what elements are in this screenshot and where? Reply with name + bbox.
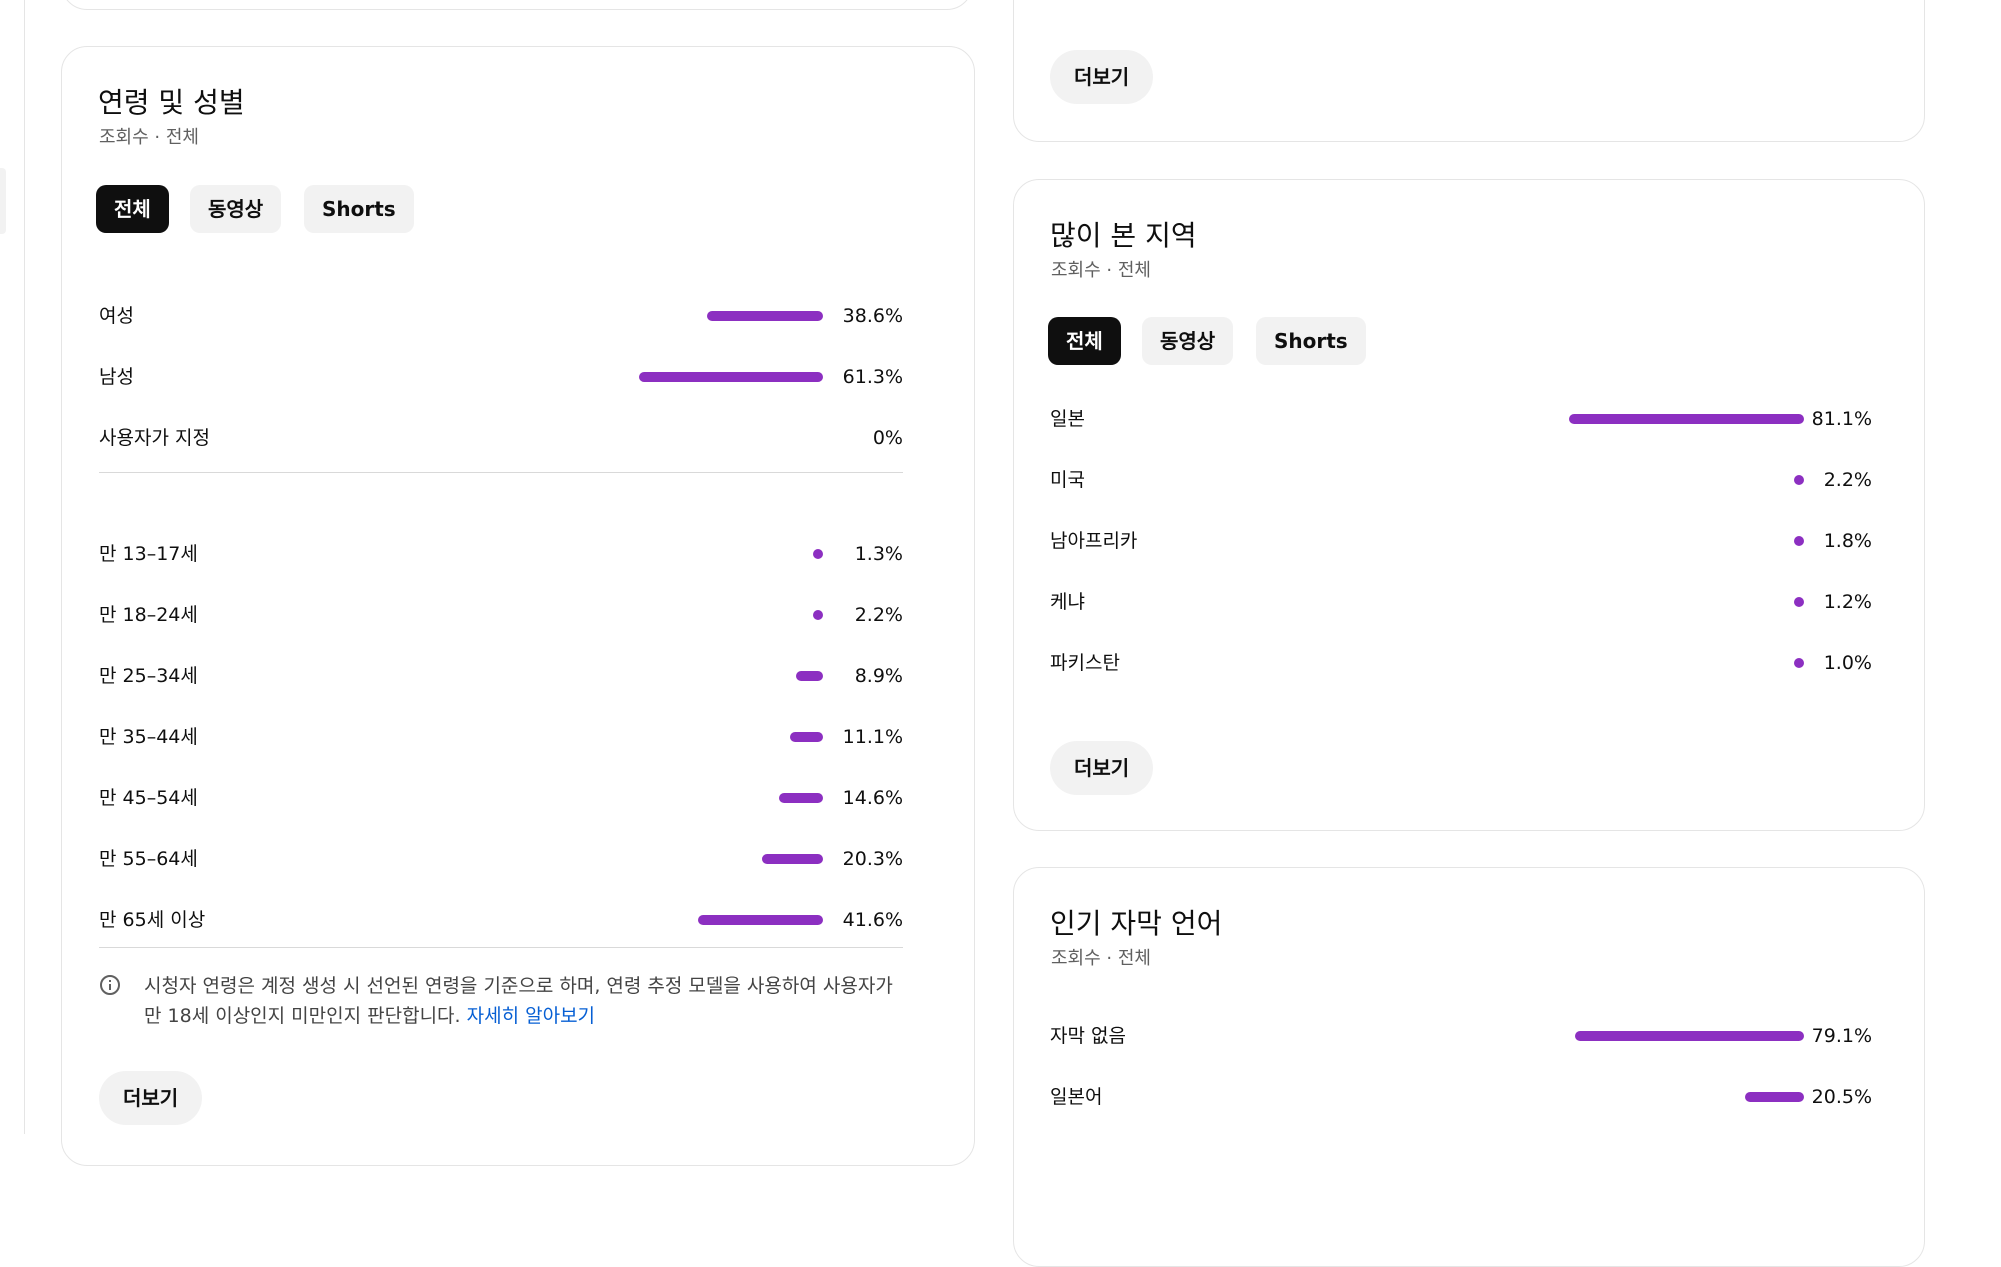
percent-bar <box>796 671 823 681</box>
percent-bar <box>698 915 823 925</box>
info-icon <box>100 975 120 995</box>
tab-shorts[interactable]: Shorts <box>1256 317 1366 365</box>
percent-bar <box>1574 1031 1804 1041</box>
percent-bar <box>1794 658 1804 668</box>
item-value: 14.6% <box>842 787 903 809</box>
item-value: 1.3% <box>854 543 903 565</box>
tab-all[interactable]: 전체 <box>1048 317 1121 365</box>
section-divider <box>99 472 903 473</box>
list-item: 케냐 1.2% <box>1050 582 1872 622</box>
list-item: 남아프리카 1.8% <box>1050 521 1872 561</box>
previous-card-left <box>61 0 973 10</box>
percent-bar <box>1744 1092 1804 1102</box>
item-label: 자막 없음 <box>1050 1025 1126 1047</box>
item-value: 1.0% <box>1823 652 1872 674</box>
item-label: 만 18–24세 <box>99 604 198 626</box>
percent-bar <box>1794 536 1804 546</box>
list-item: 자막 없음 79.1% <box>1050 1016 1872 1056</box>
item-value: 41.6% <box>842 909 903 931</box>
item-label: 만 45–54세 <box>99 787 198 809</box>
item-label: 만 35–44세 <box>99 726 198 748</box>
item-value: 38.6% <box>842 305 903 327</box>
percent-bar <box>1568 414 1804 424</box>
list-item: 만 55–64세 20.3% <box>99 839 903 879</box>
age-note: 시청자 연령은 계정 생성 시 선언된 연령을 기준으로 하며, 연령 추정 모… <box>144 971 904 1031</box>
card-subtitle: 조회수 · 전체 <box>99 127 199 148</box>
item-label: 일본 <box>1050 408 1085 430</box>
percent-bar <box>1794 475 1804 485</box>
item-label: 만 13–17세 <box>99 543 198 565</box>
item-label: 만 25–34세 <box>99 665 198 687</box>
item-value: 20.3% <box>842 848 903 870</box>
list-item: 여성 38.6% <box>99 296 903 336</box>
more-button[interactable]: 더보기 <box>1050 741 1154 795</box>
item-value: 79.1% <box>1811 1025 1872 1047</box>
item-value: 1.2% <box>1823 591 1872 613</box>
sidebar-tab-edge <box>0 168 6 234</box>
item-value: 81.1% <box>1811 408 1872 430</box>
list-item: 만 25–34세 8.9% <box>99 656 903 696</box>
list-item: 일본 81.1% <box>1050 399 1872 439</box>
item-value: 0% <box>872 427 903 449</box>
list-item: 만 65세 이상 41.6% <box>99 900 903 940</box>
item-label: 파키스탄 <box>1050 652 1120 674</box>
card-title: 많이 본 지역 <box>1050 219 1197 252</box>
item-value: 61.3% <box>842 366 903 388</box>
age-gender-card: 연령 및 성별 조회수 · 전체 전체 동영상 Shorts 여성 38.6% 남성… <box>61 46 975 1166</box>
more-button[interactable]: 더보기 <box>1050 50 1154 104</box>
section-divider <box>99 947 903 948</box>
percent-bar <box>1794 597 1804 607</box>
card-subtitle: 조회수 · 전체 <box>1051 948 1151 969</box>
item-label: 일본어 <box>1050 1086 1103 1108</box>
item-label: 만 55–64세 <box>99 848 198 870</box>
left-sidebar-edge <box>0 0 25 1134</box>
learn-more-link[interactable]: 자세히 알아보기 <box>467 1005 595 1027</box>
card-title: 연령 및 성별 <box>98 86 245 119</box>
list-item: 일본어 20.5% <box>1050 1077 1872 1117</box>
list-item: 만 13–17세 1.3% <box>99 534 903 574</box>
percent-bar <box>789 732 823 742</box>
tab-videos[interactable]: 동영상 <box>190 185 282 233</box>
item-label: 케냐 <box>1050 591 1085 613</box>
percent-bar <box>762 854 823 864</box>
list-item: 만 35–44세 11.1% <box>99 717 903 757</box>
list-item: 만 18–24세 2.2% <box>99 595 903 635</box>
tab-videos[interactable]: 동영상 <box>1142 317 1234 365</box>
percent-bar <box>779 793 823 803</box>
item-value: 2.2% <box>854 604 903 626</box>
percent-bar <box>707 311 823 321</box>
item-label: 사용자가 지정 <box>99 427 210 449</box>
right-gutter <box>1947 0 2001 1134</box>
percent-bar <box>813 610 823 620</box>
list-item: 파키스탄 1.0% <box>1050 643 1872 683</box>
tab-all[interactable]: 전체 <box>96 185 169 233</box>
item-label: 여성 <box>99 305 134 327</box>
item-value: 1.8% <box>1823 530 1872 552</box>
list-item: 남성 61.3% <box>99 357 903 397</box>
item-label: 만 65세 이상 <box>99 909 206 931</box>
item-value: 20.5% <box>1811 1086 1872 1108</box>
item-label: 남아프리카 <box>1050 530 1138 552</box>
item-label: 미국 <box>1050 469 1085 491</box>
item-value: 8.9% <box>854 665 903 687</box>
top-regions-card: 많이 본 지역 조회수 · 전체 전체 동영상 Shorts 일본 81.1% 미국… <box>1013 179 1925 831</box>
card-title: 인기 자막 언어 <box>1050 907 1223 940</box>
percent-bar <box>813 549 823 559</box>
top-subtitle-languages-card: 인기 자막 언어 조회수 · 전체 자막 없음 79.1% 일본어 20.5% <box>1013 867 1925 1267</box>
tab-shorts[interactable]: Shorts <box>304 185 414 233</box>
item-value: 11.1% <box>842 726 903 748</box>
card-subtitle: 조회수 · 전체 <box>1051 260 1151 281</box>
item-value: 2.2% <box>1823 469 1872 491</box>
more-button[interactable]: 더보기 <box>99 1071 203 1125</box>
previous-card-right: 더보기 <box>1013 0 1925 142</box>
percent-bar <box>639 372 823 382</box>
list-item: 만 45–54세 14.6% <box>99 778 903 818</box>
list-item: 미국 2.2% <box>1050 460 1872 500</box>
list-item: 사용자가 지정 0% <box>99 418 903 458</box>
item-label: 남성 <box>99 366 134 388</box>
